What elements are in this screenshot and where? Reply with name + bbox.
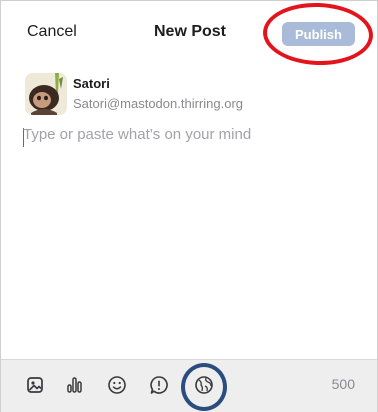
emoji-icon[interactable] <box>104 372 130 398</box>
image-icon[interactable] <box>22 372 48 398</box>
compose-toolbar: 500 <box>1 359 377 412</box>
content-warning-icon[interactable] <box>146 372 172 398</box>
poll-icon[interactable] <box>61 372 87 398</box>
post-text-input[interactable] <box>23 126 353 336</box>
cancel-button[interactable]: Cancel <box>27 23 77 41</box>
avatar-image <box>25 73 67 115</box>
character-counter: 500 <box>331 376 355 392</box>
publish-button[interactable]: Publish <box>282 22 355 46</box>
new-post-screen: Cancel New Post Publish Satori Satori@ma… <box>0 0 378 412</box>
avatar <box>25 73 67 115</box>
account-display-name: Satori <box>73 76 110 91</box>
account-handle: Satori@mastodon.thirring.org <box>73 96 243 111</box>
top-bar: Cancel New Post Publish <box>1 1 378 63</box>
globe-visibility-icon[interactable] <box>191 372 217 398</box>
